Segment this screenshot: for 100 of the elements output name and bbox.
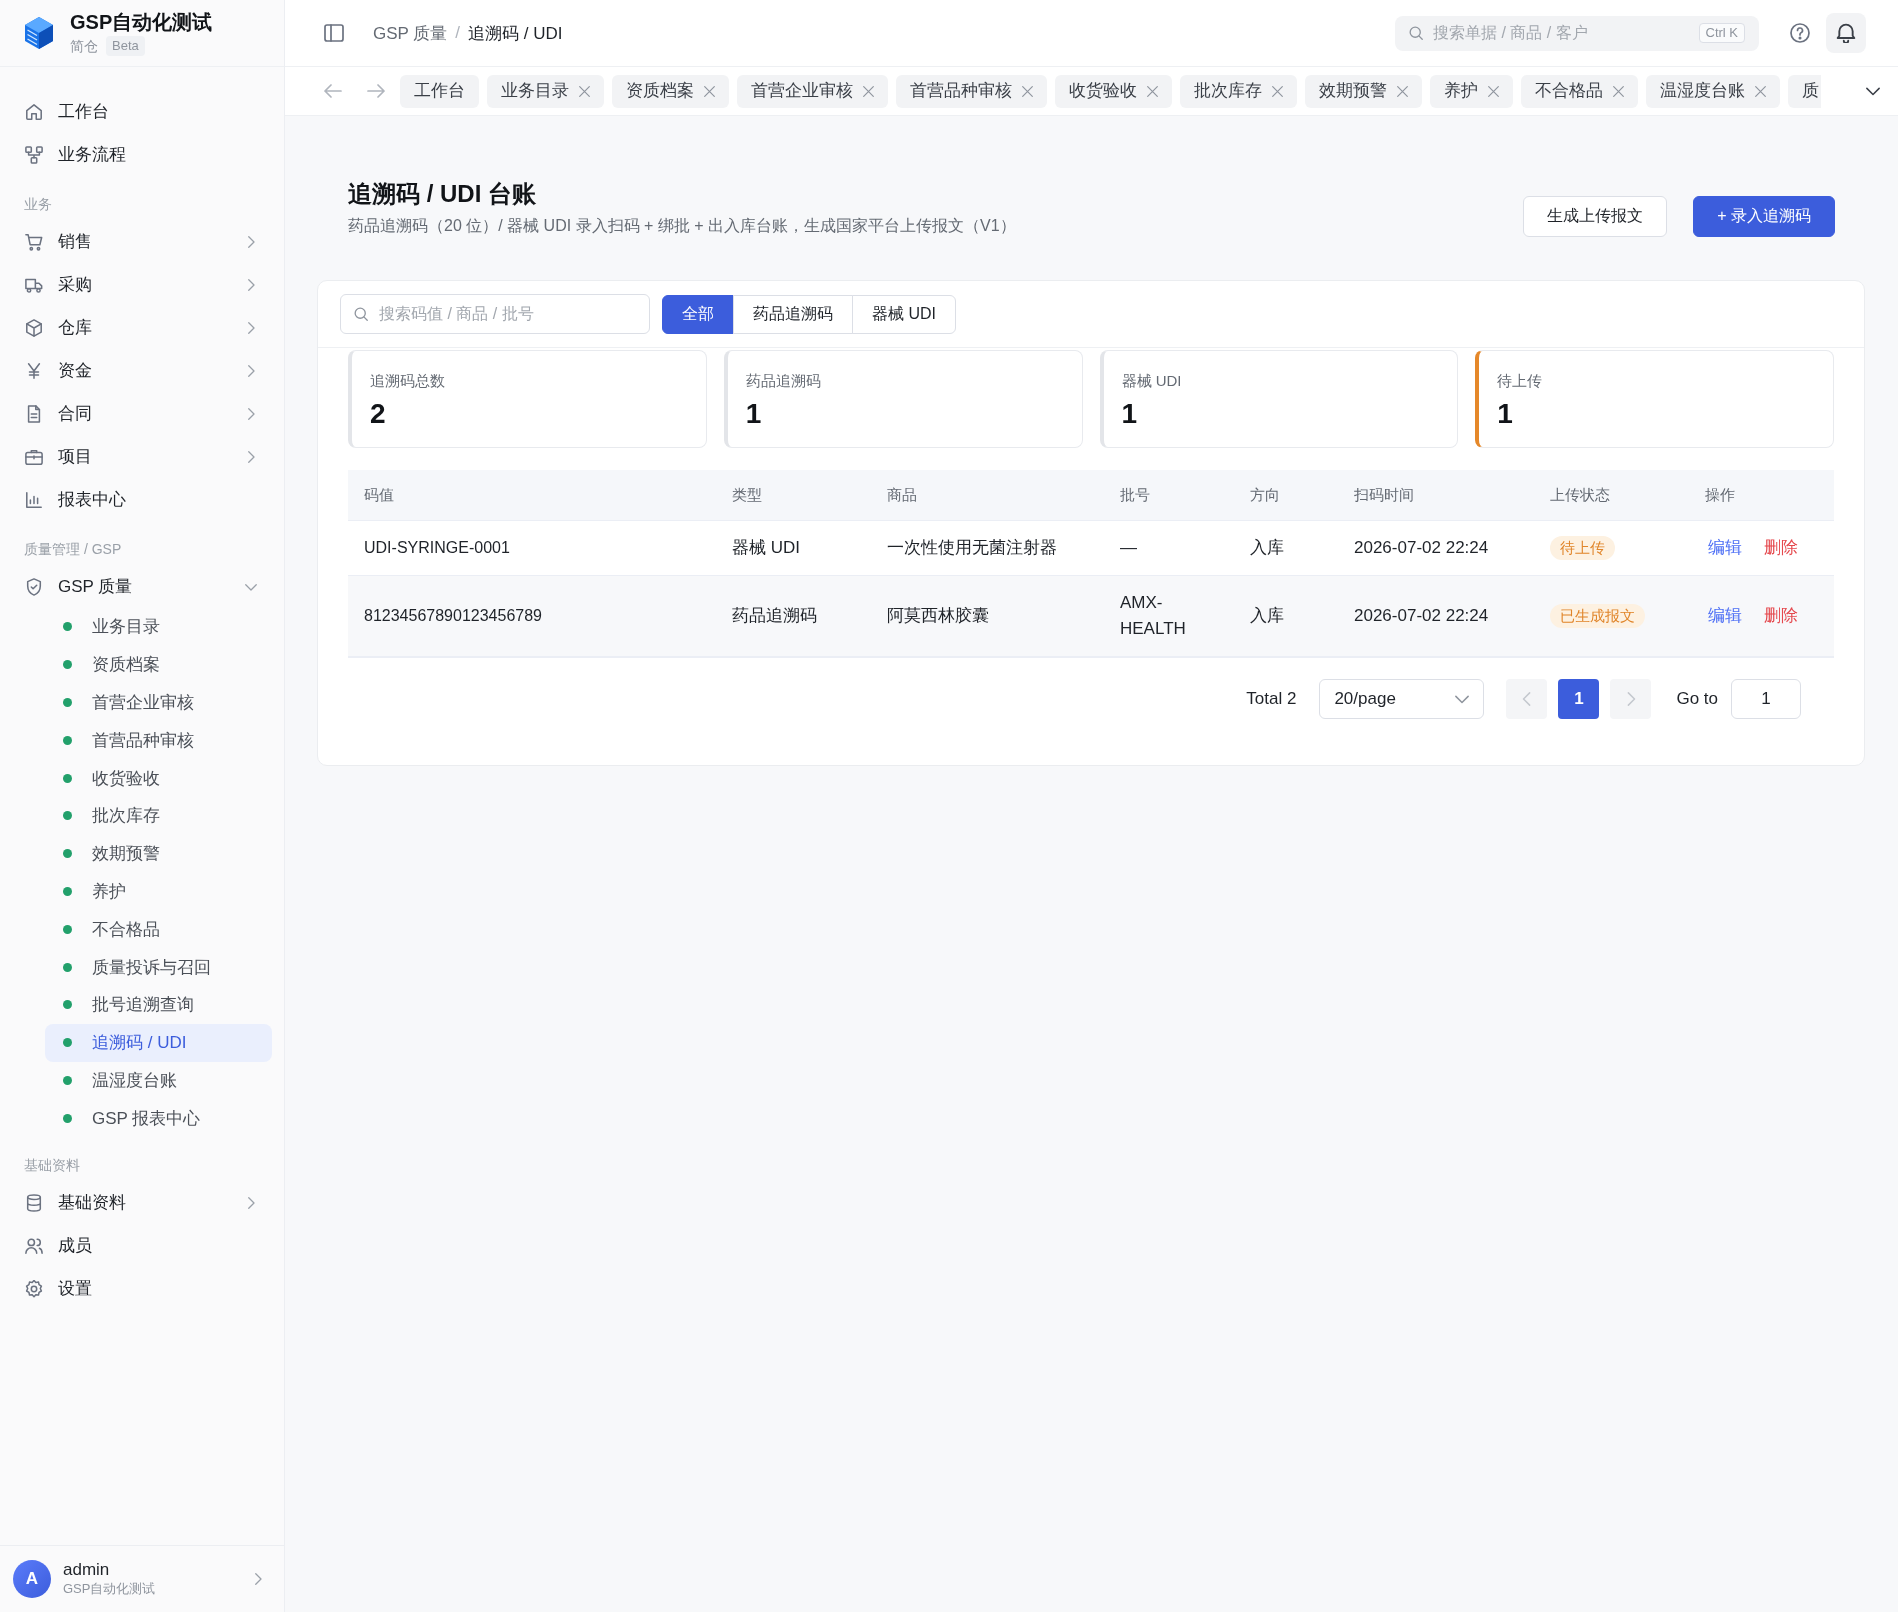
close-icon[interactable] xyxy=(1755,85,1766,97)
nav-item[interactable]: GSP 报表中心 xyxy=(45,1099,272,1138)
tab[interactable]: 质 xyxy=(1788,74,1821,108)
close-icon[interactable] xyxy=(1022,85,1033,97)
user-name: admin xyxy=(63,1560,111,1580)
tab[interactable]: 收货验收 xyxy=(1055,74,1172,108)
nav-item[interactable]: 批号追溯查询 xyxy=(45,985,272,1024)
app-title: GSP自动化测试 xyxy=(70,10,213,34)
table-cell: 入库 xyxy=(1234,520,1338,576)
table-cell: 药品追溯码 xyxy=(716,575,871,657)
generate-button[interactable]: 生成上传报文 xyxy=(1523,196,1668,237)
close-icon[interactable] xyxy=(579,85,590,97)
column-header: 方向 xyxy=(1234,470,1338,521)
nav-item[interactable]: 首营品种审核 xyxy=(45,721,272,760)
delete-link[interactable]: 删除 xyxy=(1764,538,1798,557)
close-icon[interactable] xyxy=(1613,85,1624,97)
tab[interactable]: 温湿度台账 xyxy=(1646,74,1780,108)
nav-item[interactable]: 设置 xyxy=(12,1267,272,1311)
nav-item[interactable]: 温湿度台账 xyxy=(45,1061,272,1100)
stat-label: 药品追溯码 xyxy=(745,371,822,391)
delete-link[interactable]: 删除 xyxy=(1764,606,1798,625)
notification-button[interactable] xyxy=(1826,13,1866,53)
nav-item[interactable]: 效期预警 xyxy=(45,834,272,873)
nav-item[interactable]: 销售 xyxy=(12,220,272,263)
filter-tab[interactable]: 全部 xyxy=(662,294,734,334)
nav-item[interactable]: 报表中心 xyxy=(12,478,272,521)
close-icon[interactable] xyxy=(1488,85,1499,97)
add-button[interactable]: + 录入追溯码 xyxy=(1693,196,1835,237)
dot-icon xyxy=(63,924,72,934)
nav-item[interactable]: 业务流程 xyxy=(12,133,272,176)
nav-item[interactable]: 收货验收 xyxy=(45,759,272,797)
cart-icon xyxy=(25,232,43,251)
search-field[interactable]: 搜索码值 / 商品 / 批号 xyxy=(340,294,650,334)
users-icon xyxy=(25,1236,43,1255)
nav-item[interactable]: 基础资料 xyxy=(12,1181,272,1225)
bar-chart-icon xyxy=(25,490,43,509)
tab[interactable]: 资质档案 xyxy=(612,74,729,108)
arrow-right-icon[interactable] xyxy=(367,83,385,99)
page-subtitle: 药品追溯码（20 位）/ 器械 UDI 录入扫码 + 绑批 + 出入库台账，生成国家平台上传报文（V1） xyxy=(348,216,1016,236)
nav-item[interactable]: 合同 xyxy=(12,392,272,435)
page-button[interactable]: 1 xyxy=(1558,679,1600,719)
tab[interactable]: 业务目录 xyxy=(487,74,604,108)
tab[interactable]: 效期预警 xyxy=(1305,74,1422,108)
nav-item[interactable]: 质量投诉与召回 xyxy=(45,948,272,986)
tab[interactable]: 工作台 xyxy=(400,74,479,108)
table-cell: 一次性使用无菌注射器 xyxy=(871,520,1104,576)
stat-label: 待上传 xyxy=(1497,371,1544,391)
breadcrumb-separator: / xyxy=(455,23,461,43)
cube-icon xyxy=(25,318,43,337)
dot-icon xyxy=(63,735,72,745)
chevron-right-icon[interactable] xyxy=(252,1573,264,1585)
database-icon xyxy=(25,1193,43,1212)
breadcrumb-item[interactable]: 追溯码 / UDI xyxy=(468,21,563,45)
tab[interactable]: 批次库存 xyxy=(1180,74,1297,108)
page-number-field[interactable]: 1 xyxy=(1731,679,1801,719)
dot-icon xyxy=(63,886,72,896)
close-icon[interactable] xyxy=(1147,85,1158,97)
table-cell: AMX-HEALTH xyxy=(1104,575,1234,657)
avatar[interactable]: A xyxy=(13,1560,51,1598)
shield-icon xyxy=(25,577,43,596)
nav-item[interactable]: 不合格品 xyxy=(45,910,272,949)
nav-item[interactable]: GSP 质量 xyxy=(12,565,272,608)
nav-item[interactable]: 项目 xyxy=(12,435,272,478)
arrow-left-icon[interactable] xyxy=(324,83,342,99)
table-cell: 阿莫西林胶囊 xyxy=(871,575,1104,657)
status-badge: 已生成报文 xyxy=(1550,604,1645,628)
nav-item[interactable]: 批次库存 xyxy=(45,797,272,835)
dot-icon xyxy=(63,660,72,670)
sidebar-icon[interactable] xyxy=(324,23,344,43)
beta-badge: Beta xyxy=(106,36,145,56)
nav-item[interactable]: 业务目录 xyxy=(45,608,272,646)
nav-item[interactable]: 养护 xyxy=(45,872,272,911)
nav-item[interactable]: 工作台 xyxy=(12,90,272,133)
table-cell: 入库 xyxy=(1234,575,1338,657)
nav-item[interactable]: 采购 xyxy=(12,263,272,306)
column-header: 类型 xyxy=(716,470,871,521)
nav-item[interactable]: 首营企业审核 xyxy=(45,683,272,722)
close-icon[interactable] xyxy=(863,85,874,97)
help-icon[interactable] xyxy=(1790,23,1810,43)
breadcrumb-item[interactable]: GSP 质量 xyxy=(373,21,448,45)
tab[interactable]: 首营品种审核 xyxy=(896,74,1047,108)
tab[interactable]: 不合格品 xyxy=(1521,74,1638,108)
close-icon[interactable] xyxy=(704,85,715,97)
edit-link[interactable]: 编辑 xyxy=(1708,606,1742,625)
workflow-icon xyxy=(25,145,43,164)
filter-tab[interactable]: 药品追溯码 xyxy=(733,294,853,334)
page-size-select[interactable]: 20/page xyxy=(1319,679,1485,719)
nav-item[interactable]: 资金 xyxy=(12,349,272,392)
close-icon[interactable] xyxy=(1397,85,1408,97)
tab[interactable]: 养护 xyxy=(1430,74,1513,108)
stat-label: 追溯码总数 xyxy=(370,371,446,391)
nav-item[interactable]: 资质档案 xyxy=(45,645,272,684)
nav-item[interactable]: 成员 xyxy=(12,1224,272,1268)
filter-tab[interactable]: 器械 UDI xyxy=(852,294,956,334)
section-label: 基础资料 xyxy=(23,1156,81,1176)
close-icon[interactable] xyxy=(1272,85,1283,97)
edit-link[interactable]: 编辑 xyxy=(1708,538,1742,557)
nav-item[interactable]: 追溯码 / UDI xyxy=(45,1023,272,1062)
nav-item[interactable]: 仓库 xyxy=(12,306,272,349)
tab[interactable]: 首营企业审核 xyxy=(737,74,888,108)
